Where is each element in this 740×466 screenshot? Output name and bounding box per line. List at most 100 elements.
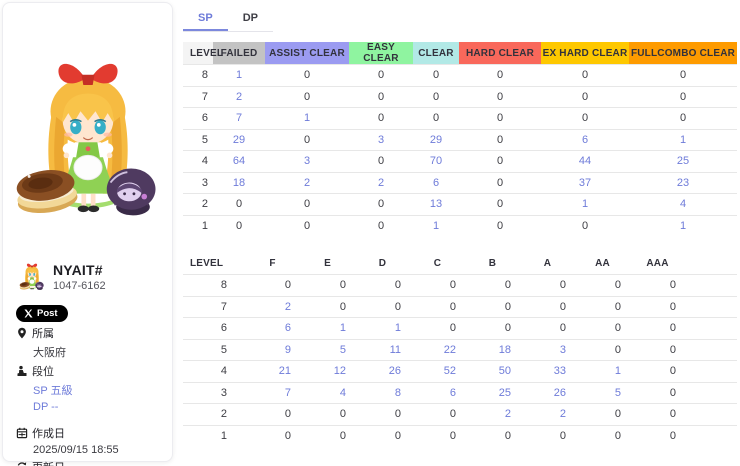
calendar-icon [16, 427, 28, 439]
count-cell: 0 [413, 108, 459, 130]
count-cell: 0 [541, 108, 629, 130]
count-link[interactable]: 1 [300, 318, 355, 340]
count-cell: 0 [575, 318, 630, 340]
count-link[interactable]: 1 [355, 318, 410, 340]
count-link[interactable]: 2 [349, 172, 413, 194]
grade-column-header: B [465, 253, 520, 275]
count-link[interactable]: 52 [410, 361, 465, 383]
tab-sp[interactable]: SP [183, 6, 228, 31]
count-link[interactable]: 3 [349, 129, 413, 151]
count-link[interactable]: 8 [355, 382, 410, 404]
count-link[interactable]: 2 [213, 86, 265, 108]
count-cell: 0 [630, 425, 685, 447]
count-link[interactable]: 1 [575, 361, 630, 383]
count-link[interactable]: 6 [541, 129, 629, 151]
table-row: 720000000 [183, 296, 737, 318]
count-cell: 0 [265, 215, 349, 237]
count-link[interactable]: 1 [629, 215, 737, 237]
clear-column-header: FULLCOMBO CLEAR [629, 42, 737, 65]
count-link[interactable]: 18 [213, 172, 265, 194]
count-cell: 0 [630, 382, 685, 404]
count-cell: 0 [349, 194, 413, 216]
x-post-button[interactable]: Post [16, 305, 68, 322]
count-cell: 0 [465, 296, 520, 318]
count-link[interactable]: 1 [265, 108, 349, 130]
count-cell: 0 [459, 215, 541, 237]
count-link[interactable]: 6 [410, 382, 465, 404]
count-link[interactable]: 1 [629, 129, 737, 151]
count-cell: 0 [541, 215, 629, 237]
clear-column-header: EASY CLEAR [349, 42, 413, 65]
count-link[interactable]: 9 [245, 339, 300, 361]
count-link[interactable]: 23 [629, 172, 737, 194]
count-link[interactable]: 26 [355, 361, 410, 383]
count-link[interactable]: 1 [413, 215, 459, 237]
count-link[interactable]: 2 [520, 404, 575, 426]
rank-dp-link[interactable]: DP -- [16, 401, 166, 413]
count-link[interactable]: 44 [541, 151, 629, 173]
spacer-cell [685, 404, 737, 426]
count-link[interactable]: 3 [265, 151, 349, 173]
count-cell: 0 [355, 404, 410, 426]
count-link[interactable]: 6 [413, 172, 459, 194]
tab-dp[interactable]: DP [228, 6, 273, 31]
stats-panel: SP DP LEVEL FAILEDASSIST CLEAREASY CLEAR… [183, 0, 737, 447]
clear-table-header-row: LEVEL FAILEDASSIST CLEAREASY CLEARCLEARH… [183, 42, 737, 65]
count-cell: 0 [575, 404, 630, 426]
count-link[interactable]: 21 [245, 361, 300, 383]
count-link[interactable]: 50 [465, 361, 520, 383]
count-cell: 0 [629, 86, 737, 108]
count-link[interactable]: 2 [245, 296, 300, 318]
level-cell: 5 [183, 339, 245, 361]
count-link[interactable]: 12 [300, 361, 355, 383]
count-link[interactable]: 2 [465, 404, 520, 426]
count-link[interactable]: 33 [520, 361, 575, 383]
spacer-cell [685, 339, 737, 361]
count-cell: 0 [349, 86, 413, 108]
rank-sp-link[interactable]: SP 五級 [16, 382, 166, 398]
count-link[interactable]: 11 [355, 339, 410, 361]
count-cell: 0 [630, 339, 685, 361]
count-link[interactable]: 25 [629, 151, 737, 173]
count-link[interactable]: 4 [629, 194, 737, 216]
count-cell: 0 [410, 275, 465, 297]
count-link[interactable]: 37 [541, 172, 629, 194]
table-row: 200002200 [183, 404, 737, 426]
count-cell: 0 [629, 65, 737, 87]
count-link[interactable]: 22 [410, 339, 465, 361]
count-link[interactable]: 18 [465, 339, 520, 361]
count-link[interactable]: 13 [413, 194, 459, 216]
table-row: 72000000 [183, 86, 737, 108]
spacer-cell [685, 361, 737, 383]
avatar [19, 261, 45, 292]
count-link[interactable]: 3 [520, 339, 575, 361]
count-link[interactable]: 70 [413, 151, 459, 173]
count-link[interactable]: 2 [265, 172, 349, 194]
count-link[interactable]: 5 [300, 339, 355, 361]
table-row: 81000000 [183, 65, 737, 87]
count-cell: 0 [575, 339, 630, 361]
count-link[interactable]: 7 [245, 382, 300, 404]
count-cell: 0 [520, 318, 575, 340]
count-link[interactable]: 5 [575, 382, 630, 404]
count-link[interactable]: 4 [300, 382, 355, 404]
count-link[interactable]: 6 [245, 318, 300, 340]
score-grade-table: LEVEL FEDCBAAAAAA 8000000007200000006611… [183, 253, 737, 447]
count-link[interactable]: 29 [213, 129, 265, 151]
count-cell: 0 [459, 172, 541, 194]
count-link[interactable]: 64 [213, 151, 265, 173]
count-link[interactable]: 1 [213, 65, 265, 87]
clear-column-header: ASSIST CLEAR [265, 42, 349, 65]
updated-label-row: 更新日 [16, 459, 166, 466]
count-link[interactable]: 25 [465, 382, 520, 404]
count-link[interactable]: 26 [520, 382, 575, 404]
count-cell: 0 [575, 296, 630, 318]
level-cell: 1 [183, 425, 245, 447]
count-link[interactable]: 1 [541, 194, 629, 216]
count-link[interactable]: 29 [413, 129, 459, 151]
x-logo-icon [24, 309, 33, 318]
table-row: 37486252650 [183, 382, 737, 404]
count-link[interactable]: 7 [213, 108, 265, 130]
grade-column-header: E [300, 253, 355, 275]
count-cell: 0 [349, 215, 413, 237]
